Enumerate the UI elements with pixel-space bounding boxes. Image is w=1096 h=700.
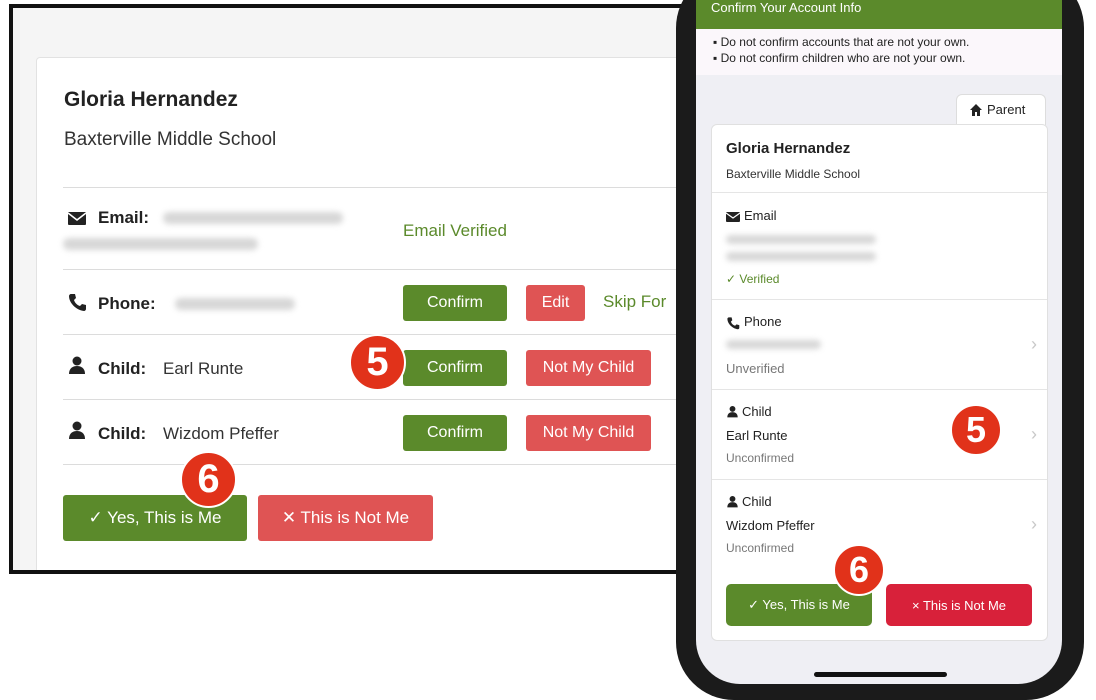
confirm-child-button[interactable]: Confirm	[403, 350, 507, 386]
email-verified-status: ✓ Verified	[726, 272, 780, 286]
email-redacted-line-1	[726, 235, 876, 244]
email-verified-status: Email Verified	[403, 221, 507, 240]
tab-parent[interactable]: Parent	[956, 94, 1046, 125]
chevron-right-icon: ›	[1031, 334, 1037, 354]
step-5-badge: 5	[950, 404, 1002, 456]
tab-label: Parent	[987, 102, 1026, 117]
mobile-header: Confirm Your Account Info	[696, 0, 1062, 29]
child-label: Child	[742, 404, 772, 419]
home-icon	[970, 104, 982, 116]
child-name: Wizdom Pfeffer	[726, 518, 815, 533]
person-icon	[69, 356, 85, 374]
skip-phone-link[interactable]: Skip For	[603, 292, 666, 312]
desktop-window: Gloria Hernandez Baxterville Middle Scho…	[9, 4, 713, 574]
school-name: Baxterville Middle School	[64, 129, 277, 150]
phone-icon	[727, 317, 740, 330]
phone-redacted	[726, 340, 821, 349]
person-icon	[69, 421, 85, 439]
note-item: ▪ Do not confirm accounts that are not y…	[713, 35, 970, 49]
child-status: Unconfirmed	[726, 541, 795, 555]
phone-row: Phone: Confirm Edit Skip For	[63, 269, 713, 334]
school-name: Baxterville Middle School	[726, 167, 861, 181]
verified-text: Verified	[739, 272, 780, 286]
mobile-header-title: Confirm Your Account Info	[711, 0, 862, 15]
this-is-not-me-button[interactable]: × This is Not Me	[886, 584, 1032, 626]
email-row: Email ✓ Verified	[712, 192, 1047, 299]
this-is-not-me-button[interactable]: ✕ This is Not Me	[258, 495, 433, 541]
envelope-icon	[726, 212, 740, 222]
child-label: Child:	[98, 424, 147, 443]
phone-row[interactable]: Phone Unverified ›	[712, 299, 1047, 390]
chevron-right-icon: ›	[1031, 424, 1037, 444]
phone-status: Unverified	[726, 361, 785, 376]
email-label: Email:	[98, 208, 150, 227]
note-text: Do not confirm accounts that are not you…	[720, 35, 970, 49]
phone-label: Phone:	[98, 294, 156, 313]
user-name: Gloria Hernandez	[64, 88, 238, 111]
email-redacted-line-2	[726, 252, 876, 261]
home-indicator	[814, 672, 947, 677]
note-text: Do not confirm children who are not your…	[720, 51, 966, 65]
child-name: Earl Runte	[726, 428, 788, 443]
child-row: Child: Wizdom Pfeffer Confirm Not My Chi…	[63, 399, 713, 464]
confirm-child-button[interactable]: Confirm	[403, 415, 507, 451]
step-6-badge: 6	[833, 544, 885, 596]
edit-phone-button[interactable]: Edit	[526, 285, 585, 321]
step-5-badge: 5	[349, 334, 406, 391]
note-item: ▪ Do not confirm children who are not yo…	[713, 51, 966, 65]
user-name: Gloria Hernandez	[726, 140, 851, 157]
person-icon	[727, 495, 738, 508]
not-my-child-button[interactable]: Not My Child	[526, 350, 651, 386]
account-card: Gloria Hernandez Baxterville Middle Scho…	[36, 57, 713, 570]
phone-icon	[69, 294, 86, 311]
confirm-phone-button[interactable]: Confirm	[403, 285, 507, 321]
email-label: Email	[744, 208, 777, 223]
child-label: Child:	[98, 359, 147, 378]
step-6-badge: 6	[180, 451, 237, 508]
child-name: Wizdom Pfeffer	[163, 424, 279, 443]
chevron-right-icon: ›	[1031, 514, 1037, 534]
divider	[63, 464, 713, 466]
child-name: Earl Runte	[163, 359, 244, 378]
child-label: Child	[742, 494, 772, 509]
phone-label: Phone	[744, 314, 782, 329]
email-redacted-line-1	[163, 212, 343, 224]
child-status: Unconfirmed	[726, 451, 795, 465]
phone-redacted	[175, 298, 295, 310]
mobile-notes: ▪ Do not confirm accounts that are not y…	[696, 29, 1062, 75]
person-icon	[727, 405, 738, 418]
email-redacted-line-2	[63, 238, 258, 250]
email-row: Email: Email Verified	[63, 187, 713, 269]
not-my-child-button[interactable]: Not My Child	[526, 415, 651, 451]
envelope-icon	[67, 212, 87, 225]
